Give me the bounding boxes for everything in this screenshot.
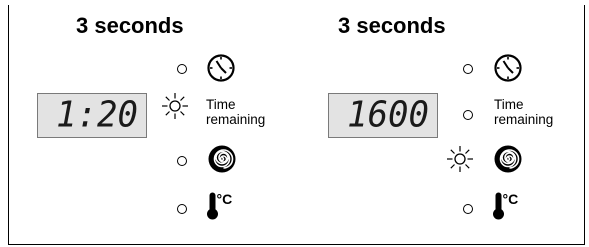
digital-display: 1600 — [328, 93, 438, 138]
time-remaining-label: Time remaining — [494, 97, 554, 127]
clock-indicator-light — [177, 64, 187, 74]
svg-text:°C: °C — [503, 191, 519, 207]
thermometer-indicator-light — [463, 204, 473, 214]
clock-icon — [494, 54, 522, 82]
display-readout: 1600 — [347, 94, 429, 136]
panel-heading: 3 seconds — [76, 13, 184, 38]
panel-left: 3 seconds 1:20 Time remaining °C — [0, 0, 289, 247]
display-readout: 1:20 — [56, 94, 138, 136]
sun-icon — [447, 146, 473, 172]
panel-right: 3 seconds 1600 Time remaining °C — [289, 0, 578, 247]
spiral-indicator-light — [177, 156, 187, 166]
panel-heading: 3 seconds — [338, 13, 446, 38]
time-remaining-indicator-light — [463, 110, 473, 120]
thermometer-celsius-icon: °C — [493, 191, 519, 220]
svg-text:°C: °C — [217, 191, 233, 207]
spiral-icon — [208, 145, 236, 173]
digital-display: 1:20 — [37, 93, 147, 138]
clock-indicator-light — [463, 64, 473, 74]
sun-icon — [162, 93, 188, 119]
clock-icon — [207, 54, 235, 82]
time-remaining-label: Time remaining — [206, 97, 266, 127]
thermometer-celsius-icon: °C — [207, 191, 233, 220]
spiral-icon — [494, 145, 522, 173]
thermometer-indicator-light — [177, 204, 187, 214]
